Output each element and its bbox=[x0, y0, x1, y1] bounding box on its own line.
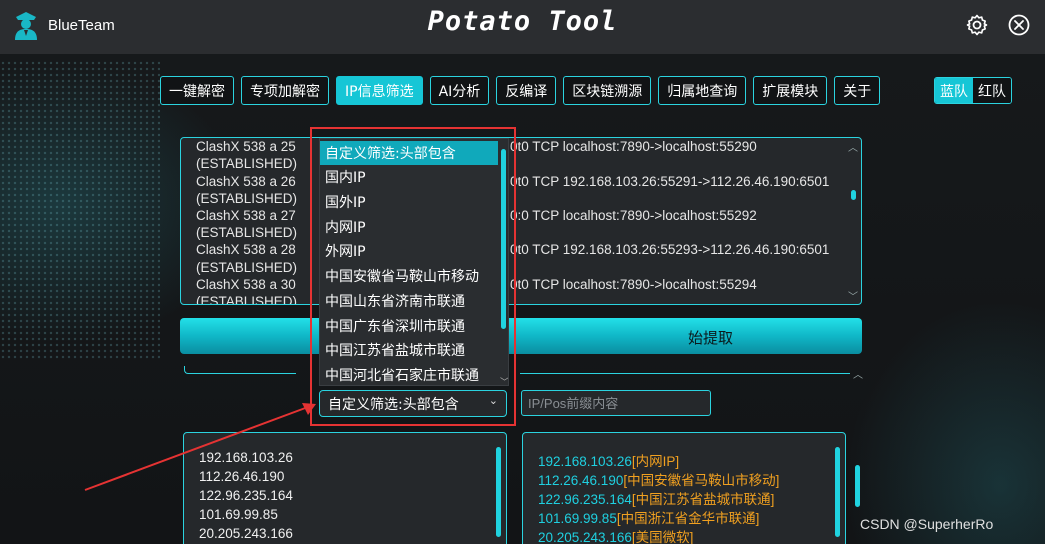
scroll-up-icon[interactable]: ︿ bbox=[848, 139, 858, 154]
scroll-down-icon[interactable]: ﹀ bbox=[848, 288, 858, 303]
dropdown-option[interactable]: 国内IP bbox=[320, 165, 498, 189]
collapsed-textarea-edge bbox=[184, 366, 296, 374]
result-ip: 122.96.235.164 bbox=[538, 492, 632, 507]
dropdown-option[interactable]: 中国江苏省盐城市联通 bbox=[320, 338, 498, 362]
log-line-detail: 0:0 TCP localhost:7890->localhost:55292 bbox=[510, 208, 757, 223]
scroll-down-icon[interactable]: ﹀ bbox=[500, 375, 508, 385]
blue-team-button[interactable]: 蓝队 bbox=[935, 78, 973, 103]
log-line: (ESTABLISHED) bbox=[196, 156, 298, 171]
log-line: (ESTABLISHED) bbox=[196, 191, 298, 206]
dropdown-option[interactable]: 外网IP bbox=[320, 239, 498, 263]
log-line: (ESTABLISHED) bbox=[196, 225, 298, 240]
log-scrollbar-thumb[interactable] bbox=[851, 190, 856, 200]
result-ip: 20.205.243.166 bbox=[538, 530, 632, 544]
team-toggle: 蓝队 红队 bbox=[934, 77, 1012, 104]
log-line: (ESTABLISHED) bbox=[196, 294, 298, 305]
ip-item: 112.26.46.190 bbox=[199, 469, 285, 484]
nav-extensions[interactable]: 扩展模块 bbox=[753, 76, 828, 105]
log-line: ClashX 538 a 26 bbox=[196, 174, 296, 189]
ip-list-scrollbar-thumb[interactable] bbox=[496, 447, 501, 537]
result-ip: 101.69.99.85 bbox=[538, 511, 617, 526]
dropdown-option[interactable]: 中国山东省济南市联通 bbox=[320, 289, 498, 313]
result-ip: 192.168.103.26 bbox=[538, 454, 632, 469]
collapsed-textarea-edge bbox=[520, 366, 850, 374]
nav-location-lookup[interactable]: 归属地查询 bbox=[658, 76, 747, 105]
ip-item: 20.205.243.166 bbox=[199, 526, 293, 541]
nav-about[interactable]: 关于 bbox=[834, 76, 881, 105]
result-item: 122.96.235.164[中国江苏省盐城市联通] bbox=[538, 488, 774, 508]
nav-ai-analysis[interactable]: AI分析 bbox=[429, 76, 490, 105]
nav-blockchain-trace[interactable]: 区块链溯源 bbox=[563, 76, 652, 105]
log-line: ClashX 538 a 27 bbox=[196, 208, 296, 223]
result-location: [美国微软] bbox=[631, 530, 694, 544]
page-scrollbar-thumb[interactable] bbox=[855, 465, 860, 507]
nav-decompile[interactable]: 反编译 bbox=[496, 76, 557, 105]
result-location: [内网IP] bbox=[631, 454, 680, 469]
result-location: [中国安徽省马鞍山市移动] bbox=[623, 473, 780, 488]
filter-select[interactable]: 自定义筛选:头部包含 ⌄ bbox=[319, 390, 507, 417]
app-title: Potato Tool bbox=[427, 6, 618, 37]
log-line-detail: 0t0 TCP localhost:7890->localhost:55294 bbox=[510, 277, 757, 292]
dropdown-option[interactable]: 中国广东省深圳市联通 bbox=[320, 314, 498, 338]
start-extract-button[interactable]: 始提取 bbox=[180, 318, 862, 354]
log-line-detail: 0t0 TCP 192.168.103.26:55291->112.26.46.… bbox=[510, 174, 830, 189]
chevron-down-icon: ⌄ bbox=[488, 394, 498, 407]
log-textarea[interactable]: ClashX 538 a 25 0t0 TCP localhost:7890->… bbox=[180, 137, 862, 305]
result-item: 192.168.103.26[内网IP] bbox=[538, 450, 679, 470]
prefix-input[interactable] bbox=[521, 390, 711, 416]
ip-item: 101.69.99.85 bbox=[199, 507, 278, 522]
red-team-button[interactable]: 红队 bbox=[973, 78, 1011, 103]
scroll-up-icon[interactable]: ︿ bbox=[853, 366, 863, 381]
filter-select-value: 自定义筛选:头部包含 bbox=[328, 396, 459, 413]
nav-one-click-decrypt[interactable]: 一键解密 bbox=[160, 76, 234, 105]
ip-item: 122.96.235.164 bbox=[199, 488, 293, 503]
close-circle-icon[interactable] bbox=[1007, 13, 1031, 37]
title-bar: BlueTeam Potato Tool bbox=[0, 0, 1045, 54]
result-item: 101.69.99.85[中国浙江省金华市联通] bbox=[538, 507, 759, 527]
gear-icon[interactable] bbox=[965, 13, 989, 37]
dropdown-option[interactable]: 内网IP bbox=[320, 215, 498, 239]
log-line: ClashX 538 a 28 bbox=[196, 242, 296, 257]
ip-item: 192.168.103.26 bbox=[199, 450, 293, 465]
background-dots bbox=[0, 60, 160, 360]
dropdown-option[interactable]: 中国河北省石家庄市联通 bbox=[320, 363, 498, 385]
log-line-detail: 0t0 TCP localhost:7890->localhost:55290 bbox=[510, 139, 757, 154]
result-location: [中国江苏省盐城市联通] bbox=[631, 492, 775, 507]
log-line-detail: 0t0 TCP 192.168.103.26:55293->112.26.46.… bbox=[510, 242, 830, 257]
result-scrollbar-thumb[interactable] bbox=[835, 447, 840, 537]
result-location: [中国浙江省金华市联通] bbox=[616, 511, 760, 526]
log-line: (ESTABLISHED) bbox=[196, 260, 298, 275]
dropdown-option[interactable]: 自定义筛选:头部包含 bbox=[320, 141, 498, 165]
log-line: ClashX 538 a 30 bbox=[196, 277, 296, 292]
start-extract-label: 始提取 bbox=[688, 329, 734, 347]
result-item: 112.26.46.190[中国安徽省马鞍山市移动] bbox=[538, 469, 779, 489]
result-ip: 112.26.46.190 bbox=[538, 473, 624, 488]
dropdown-scrollbar-thumb[interactable] bbox=[501, 149, 506, 329]
ip-result-panel[interactable]: 192.168.103.26[内网IP] 112.26.46.190[中国安徽省… bbox=[522, 432, 846, 544]
filter-dropdown-list: 自定义筛选:头部包含 国内IP 国外IP 内网IP 外网IP 中国安徽省马鞍山市… bbox=[319, 138, 509, 386]
nav-ip-filter[interactable]: IP信息筛选 bbox=[336, 76, 423, 105]
top-nav: 一键解密 专项加解密 IP信息筛选 AI分析 反编译 区块链溯源 归属地查询 扩… bbox=[160, 76, 881, 105]
dropdown-option[interactable]: 中国安徽省马鞍山市移动 bbox=[320, 264, 498, 288]
dropdown-option[interactable]: 国外IP bbox=[320, 190, 498, 214]
watermark: CSDN @SuperherRo bbox=[860, 516, 994, 532]
log-line: ClashX 538 a 25 bbox=[196, 139, 296, 154]
nav-special-crypto[interactable]: 专项加解密 bbox=[241, 76, 329, 105]
ip-list-panel[interactable]: 192.168.103.26 112.26.46.190 122.96.235.… bbox=[183, 432, 507, 544]
result-item: 20.205.243.166[美国微软] bbox=[538, 526, 693, 544]
